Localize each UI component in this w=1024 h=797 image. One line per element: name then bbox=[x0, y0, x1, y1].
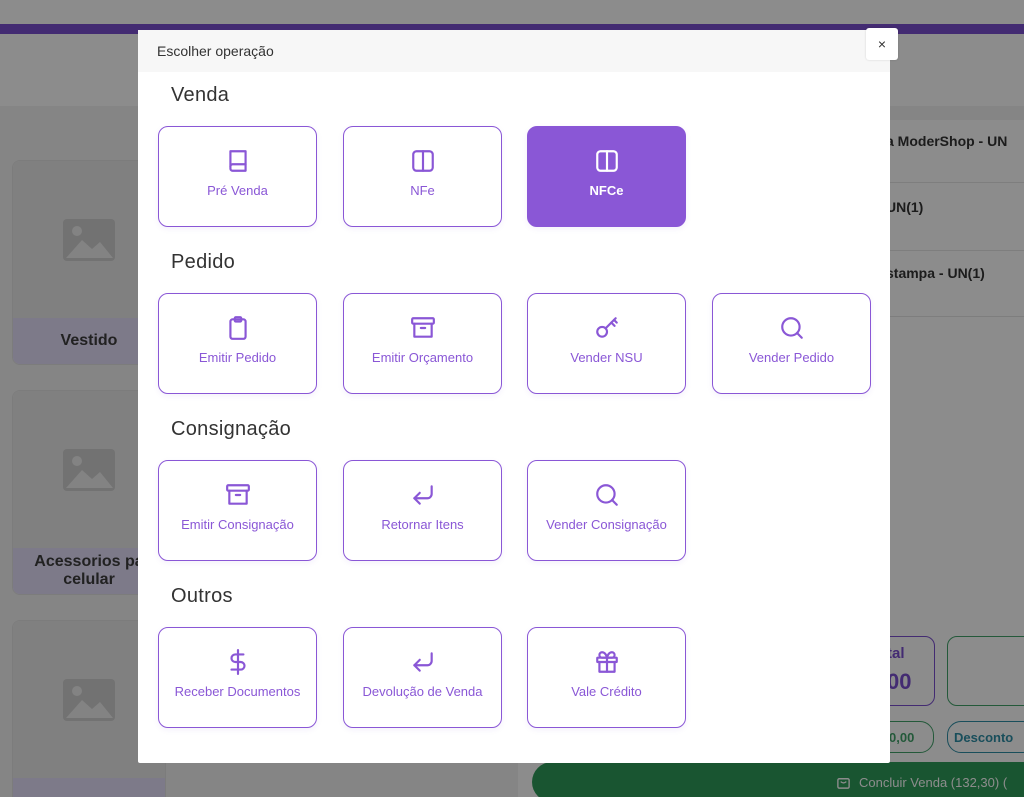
vale-credito-button[interactable]: Vale Crédito bbox=[527, 627, 686, 728]
section-title-outros: Outros bbox=[171, 585, 233, 607]
section-title-venda: Venda bbox=[171, 84, 230, 106]
button-label: Receber Documentos bbox=[174, 684, 301, 699]
button-label: Vender NSU bbox=[570, 350, 643, 365]
vender-pedido-button[interactable]: Vender Pedido bbox=[712, 293, 871, 394]
nfce-button[interactable]: NFCe bbox=[527, 126, 686, 227]
button-label: Retornar Itens bbox=[381, 517, 464, 532]
close-icon: × bbox=[877, 36, 887, 52]
choose-operation-modal: Escolher operação Venda Pré Venda NFe NF… bbox=[138, 30, 890, 763]
search-icon bbox=[593, 481, 621, 509]
button-label: Emitir Orçamento bbox=[371, 350, 474, 365]
button-label: Emitir Pedido bbox=[198, 350, 277, 365]
clipboard-icon bbox=[224, 314, 252, 342]
button-label: Vender Pedido bbox=[748, 350, 835, 365]
gift-icon bbox=[593, 648, 621, 676]
button-label: Devolução de Venda bbox=[362, 684, 483, 699]
archive-icon bbox=[409, 314, 437, 342]
section-title-consignacao: Consignação bbox=[171, 418, 292, 440]
key-icon bbox=[593, 314, 621, 342]
vender-consignacao-button[interactable]: Vender Consignação bbox=[527, 460, 686, 561]
button-label: Pré Venda bbox=[207, 183, 268, 198]
close-button[interactable]: × bbox=[866, 28, 898, 60]
modal-title: Escolher operação bbox=[157, 43, 274, 59]
columns-icon bbox=[409, 147, 437, 175]
section-title-pedido: Pedido bbox=[171, 251, 236, 273]
pre-venda-button[interactable]: Pré Venda bbox=[158, 126, 317, 227]
search-icon bbox=[778, 314, 806, 342]
button-label: Emitir Consignação bbox=[181, 517, 294, 532]
button-label: NFe bbox=[410, 183, 435, 198]
book-icon bbox=[224, 147, 252, 175]
vender-nsu-button[interactable]: Vender NSU bbox=[527, 293, 686, 394]
emitir-consignacao-button[interactable]: Emitir Consignação bbox=[158, 460, 317, 561]
nfe-button[interactable]: NFe bbox=[343, 126, 502, 227]
receber-documentos-button[interactable]: Receber Documentos bbox=[158, 627, 317, 728]
modal-header: Escolher operação bbox=[138, 30, 890, 72]
retornar-itens-button[interactable]: Retornar Itens bbox=[343, 460, 502, 561]
return-arrow-icon bbox=[409, 648, 437, 676]
emitir-pedido-button[interactable]: Emitir Pedido bbox=[158, 293, 317, 394]
archive-icon bbox=[224, 481, 252, 509]
devolucao-de-venda-button[interactable]: Devolução de Venda bbox=[343, 627, 502, 728]
columns-icon bbox=[593, 147, 621, 175]
dollar-icon bbox=[224, 648, 252, 676]
button-label: Vale Crédito bbox=[571, 684, 642, 699]
return-arrow-icon bbox=[409, 481, 437, 509]
emitir-orcamento-button[interactable]: Emitir Orçamento bbox=[343, 293, 502, 394]
button-label: NFCe bbox=[589, 183, 624, 198]
button-label: Vender Consignação bbox=[546, 517, 667, 532]
